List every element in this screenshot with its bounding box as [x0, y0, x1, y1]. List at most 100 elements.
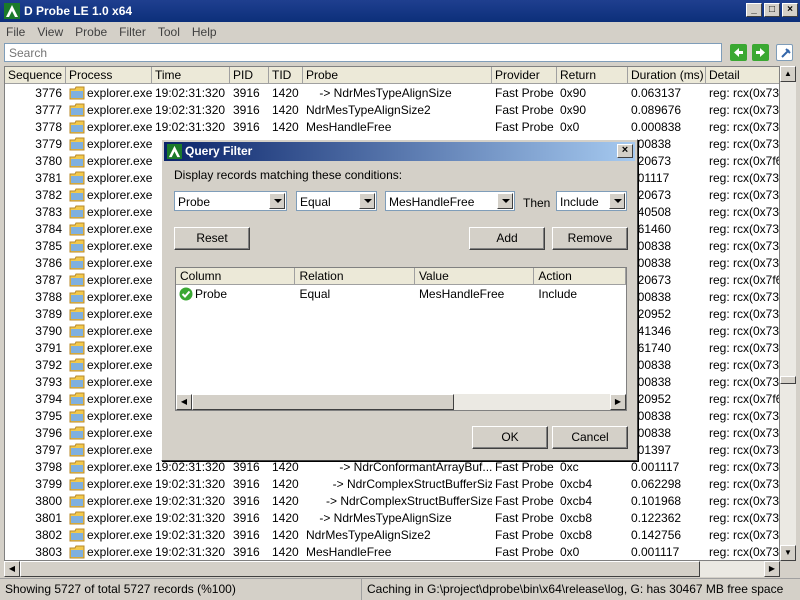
- cell-provider: Fast Probe: [495, 86, 554, 100]
- col-sequence[interactable]: Sequence: [5, 67, 66, 84]
- table-row[interactable]: 3777 explorer.exe 19:02:31:320 3916 1420 NdrM…: [5, 101, 779, 118]
- cell-pid: 3916: [233, 528, 260, 542]
- dialog-close-button[interactable]: ×: [617, 144, 633, 158]
- table-row[interactable]: 3801 explorer.exe 19:02:31:320 3916 1420 -> …: [5, 509, 779, 526]
- cell-process: explorer.exe: [66, 339, 152, 356]
- col-return[interactable]: Return: [557, 67, 628, 84]
- cancel-button[interactable]: Cancel: [552, 426, 628, 449]
- list-scroll-left-button[interactable]: ◀: [176, 394, 192, 410]
- process-name: explorer.exe: [87, 493, 152, 508]
- cell-duration: 001117: [631, 171, 670, 185]
- scroll-left-button[interactable]: ◀: [4, 561, 20, 577]
- minimize-button[interactable]: _: [746, 3, 762, 17]
- menu-bar: File View Probe Filter Tool Help: [0, 22, 800, 42]
- col-duration[interactable]: Duration (ms): [628, 67, 706, 84]
- col-process[interactable]: Process: [66, 67, 152, 84]
- process-name: explorer.exe: [87, 527, 152, 542]
- cell-time: 19:02:31:320: [155, 545, 226, 559]
- list-col-column[interactable]: Column: [176, 268, 296, 285]
- table-row[interactable]: 3778 explorer.exe 19:02:31:320 3916 1420 MesH…: [5, 118, 779, 135]
- menu-tool[interactable]: Tool: [152, 22, 186, 42]
- table-row[interactable]: 3800 explorer.exe 19:02:31:320 3916 1420 -> …: [5, 492, 779, 509]
- table-row[interactable]: 3776 explorer.exe 19:02:31:320 3916 1420 -> …: [5, 84, 779, 101]
- list-scroll-thumb[interactable]: [192, 394, 454, 410]
- cell-process: explorer.exe: [66, 271, 152, 288]
- col-time[interactable]: Time: [152, 67, 230, 84]
- col-pid[interactable]: PID: [230, 67, 269, 84]
- process-name: explorer.exe: [87, 544, 152, 559]
- process-name: explorer.exe: [87, 153, 152, 168]
- remove-button[interactable]: Remove: [552, 227, 628, 250]
- cell-probe: NdrMesTypeAlignSize2: [306, 528, 431, 542]
- table-row[interactable]: 3803 explorer.exe 19:02:31:320 3916 1420 MesH…: [5, 543, 779, 560]
- process-name: explorer.exe: [87, 374, 152, 389]
- process-name: explorer.exe: [87, 510, 152, 525]
- reset-button[interactable]: Reset: [174, 227, 250, 250]
- list-scroll-right-button[interactable]: ▶: [610, 394, 626, 410]
- chevron-down-icon: [497, 193, 513, 209]
- cell-duration: 0.101968: [631, 494, 682, 508]
- process-name: explorer.exe: [87, 442, 152, 457]
- add-button[interactable]: Add: [469, 227, 545, 250]
- scroll-down-button[interactable]: ▼: [780, 545, 796, 561]
- ok-button[interactable]: OK: [472, 426, 548, 449]
- list-col-value[interactable]: Value: [415, 268, 535, 285]
- vertical-scrollbar[interactable]: ▲ ▼: [780, 66, 796, 561]
- col-probe[interactable]: Probe: [303, 67, 492, 84]
- menu-help[interactable]: Help: [186, 22, 223, 42]
- close-button[interactable]: ×: [782, 3, 798, 17]
- column-select[interactable]: Probe: [174, 191, 287, 211]
- folder-icon: [69, 103, 85, 116]
- status-cache-info: Caching in G:\project\dprobe\bin\x64\rel…: [367, 582, 784, 596]
- col-detail[interactable]: Detail: [706, 67, 779, 84]
- cell-process: explorer.exe: [66, 356, 152, 373]
- action-select[interactable]: Include: [556, 191, 627, 211]
- chevron-down-icon: [269, 193, 285, 209]
- forward-button[interactable]: [752, 44, 769, 61]
- folder-icon: [69, 171, 85, 184]
- chevron-down-icon: [609, 193, 625, 209]
- menu-view[interactable]: View: [31, 22, 69, 42]
- list-col-relation[interactable]: Relation: [295, 268, 415, 285]
- scroll-thumb[interactable]: [780, 376, 796, 384]
- cell-probe: -> NdrMesTypeAlignSize: [306, 86, 452, 100]
- cell-time: 19:02:31:320: [155, 528, 226, 542]
- col-tid[interactable]: TID: [269, 67, 303, 84]
- folder-icon: [69, 477, 85, 490]
- cell-duration: 0.001117: [631, 460, 680, 474]
- horizontal-scrollbar[interactable]: ◀ ▶: [4, 561, 780, 577]
- menu-filter[interactable]: Filter: [113, 22, 152, 42]
- pin-button[interactable]: [776, 44, 793, 61]
- cell-tid: 1420: [272, 528, 299, 542]
- menu-probe[interactable]: Probe: [69, 22, 113, 42]
- back-button[interactable]: [730, 44, 747, 61]
- cell-process: explorer.exe: [66, 509, 152, 526]
- cell-duration: 0.063137: [631, 86, 682, 100]
- value-combo[interactable]: MesHandleFree: [385, 191, 515, 211]
- search-input[interactable]: [5, 44, 721, 61]
- list-horizontal-scrollbar[interactable]: ◀ ▶: [176, 394, 626, 410]
- conditions-list[interactable]: Column Relation Value Action Probe Equal…: [175, 267, 627, 411]
- conditions-list-header: Column Relation Value Action: [176, 268, 626, 285]
- maximize-button[interactable]: □: [764, 3, 780, 17]
- col-provider[interactable]: Provider: [492, 67, 557, 84]
- condition-relation: Equal: [299, 287, 331, 301]
- cell-sequence: 3781: [35, 171, 62, 185]
- process-name: explorer.exe: [87, 425, 152, 440]
- process-name: explorer.exe: [87, 459, 152, 474]
- condition-row[interactable]: Probe Equal MesHandleFree Include: [176, 285, 626, 303]
- cell-sequence: 3801: [35, 511, 62, 525]
- cell-detail: reg: rcx(0x7f6: [709, 154, 780, 168]
- cell-provider: Fast Probe: [495, 528, 554, 542]
- menu-file[interactable]: File: [0, 22, 31, 42]
- relation-select[interactable]: Equal: [296, 191, 377, 211]
- cell-duration: 020673: [631, 188, 672, 202]
- folder-icon: [69, 239, 85, 252]
- hscroll-thumb[interactable]: [20, 561, 700, 577]
- table-row[interactable]: 3802 explorer.exe 19:02:31:320 3916 1420 NdrM…: [5, 526, 779, 543]
- list-col-action[interactable]: Action: [534, 268, 626, 285]
- cell-detail: reg: rcx(0x73: [709, 307, 780, 321]
- scroll-up-button[interactable]: ▲: [780, 66, 796, 82]
- scroll-right-button[interactable]: ▶: [764, 561, 780, 577]
- table-row[interactable]: 3799 explorer.exe 19:02:31:320 3916 1420 -> …: [5, 475, 779, 492]
